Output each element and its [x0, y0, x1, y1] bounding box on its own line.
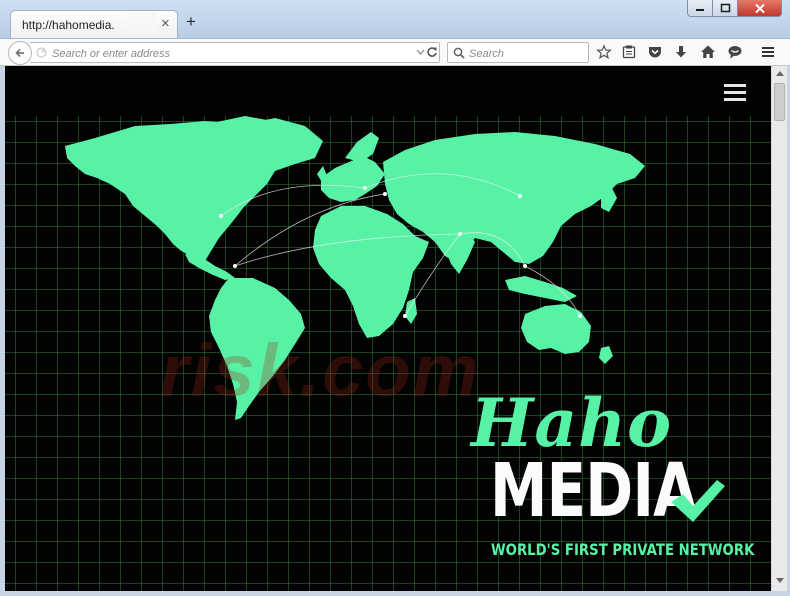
- reload-icon[interactable]: [426, 46, 438, 58]
- close-button[interactable]: [738, 0, 782, 17]
- search-input[interactable]: [467, 44, 586, 63]
- maximize-icon: [720, 3, 730, 13]
- logo-main-text: MEDIA: [490, 448, 698, 534]
- watermark-text: risk.com: [160, 329, 481, 412]
- menu-bar-line: [724, 84, 746, 87]
- network-node: [219, 214, 223, 218]
- minimize-button[interactable]: [687, 0, 713, 17]
- window-controls: [687, 0, 782, 18]
- vertical-scrollbar[interactable]: [771, 66, 787, 591]
- madagascar-shape: [405, 298, 417, 324]
- scandinavia-shape: [345, 132, 379, 162]
- tab-close-icon[interactable]: ×: [161, 16, 170, 32]
- page-viewport: risk.com Haho MEDIA WORLD'S FIRST PRIVAT…: [5, 66, 771, 591]
- download-icon[interactable]: [673, 44, 689, 60]
- minimize-icon: [696, 9, 704, 11]
- network-node: [458, 232, 462, 236]
- new-zealand-shape: [599, 346, 613, 364]
- indonesia-shape: [505, 276, 577, 302]
- new-tab-button[interactable]: +: [186, 13, 196, 31]
- network-node: [383, 192, 387, 196]
- network-node: [363, 186, 367, 190]
- central-america-shape: [185, 254, 235, 280]
- tab-title-fade: [121, 13, 155, 35]
- back-button[interactable]: [8, 41, 32, 65]
- australia-shape: [521, 304, 591, 354]
- maximize-button[interactable]: [713, 0, 738, 17]
- search-icon: [453, 47, 465, 59]
- history-dropdown-icon[interactable]: [416, 46, 425, 58]
- menu-bar-line: [724, 91, 746, 94]
- scroll-down-icon[interactable]: [776, 578, 784, 584]
- search-bar[interactable]: [447, 42, 589, 63]
- close-icon: [754, 3, 765, 13]
- scrollbar-thumb[interactable]: [774, 83, 785, 121]
- address-input[interactable]: [50, 44, 414, 63]
- address-bar[interactable]: [30, 42, 440, 63]
- reading-list-icon[interactable]: [621, 44, 637, 60]
- logo-tagline: WORLD'S FIRST PRIVATE NETWORK: [491, 540, 755, 559]
- bookmark-star-icon[interactable]: [596, 44, 612, 60]
- pocket-icon[interactable]: [647, 44, 663, 60]
- window-frame-bottom: [0, 591, 790, 596]
- menu-icon[interactable]: [760, 44, 776, 60]
- title-bar: http://hahomedia. × +: [0, 0, 790, 38]
- navigation-toolbar: [0, 38, 790, 66]
- chat-icon[interactable]: [727, 44, 743, 60]
- network-node: [518, 194, 522, 198]
- home-icon[interactable]: [700, 44, 716, 60]
- north-america-shape: [65, 118, 323, 261]
- back-arrow-icon: [15, 48, 24, 58]
- menu-bar-line: [724, 98, 746, 101]
- network-node: [578, 314, 582, 318]
- browser-tab[interactable]: http://hahomedia. ×: [10, 10, 178, 38]
- network-node: [233, 264, 237, 268]
- checkmark-icon: [671, 480, 725, 522]
- europe-shape: [321, 156, 385, 202]
- page-identity-icon: [36, 47, 47, 58]
- network-node: [523, 264, 527, 268]
- scroll-up-icon[interactable]: [776, 70, 784, 76]
- network-node: [403, 314, 407, 318]
- site-menu-button[interactable]: [724, 84, 748, 102]
